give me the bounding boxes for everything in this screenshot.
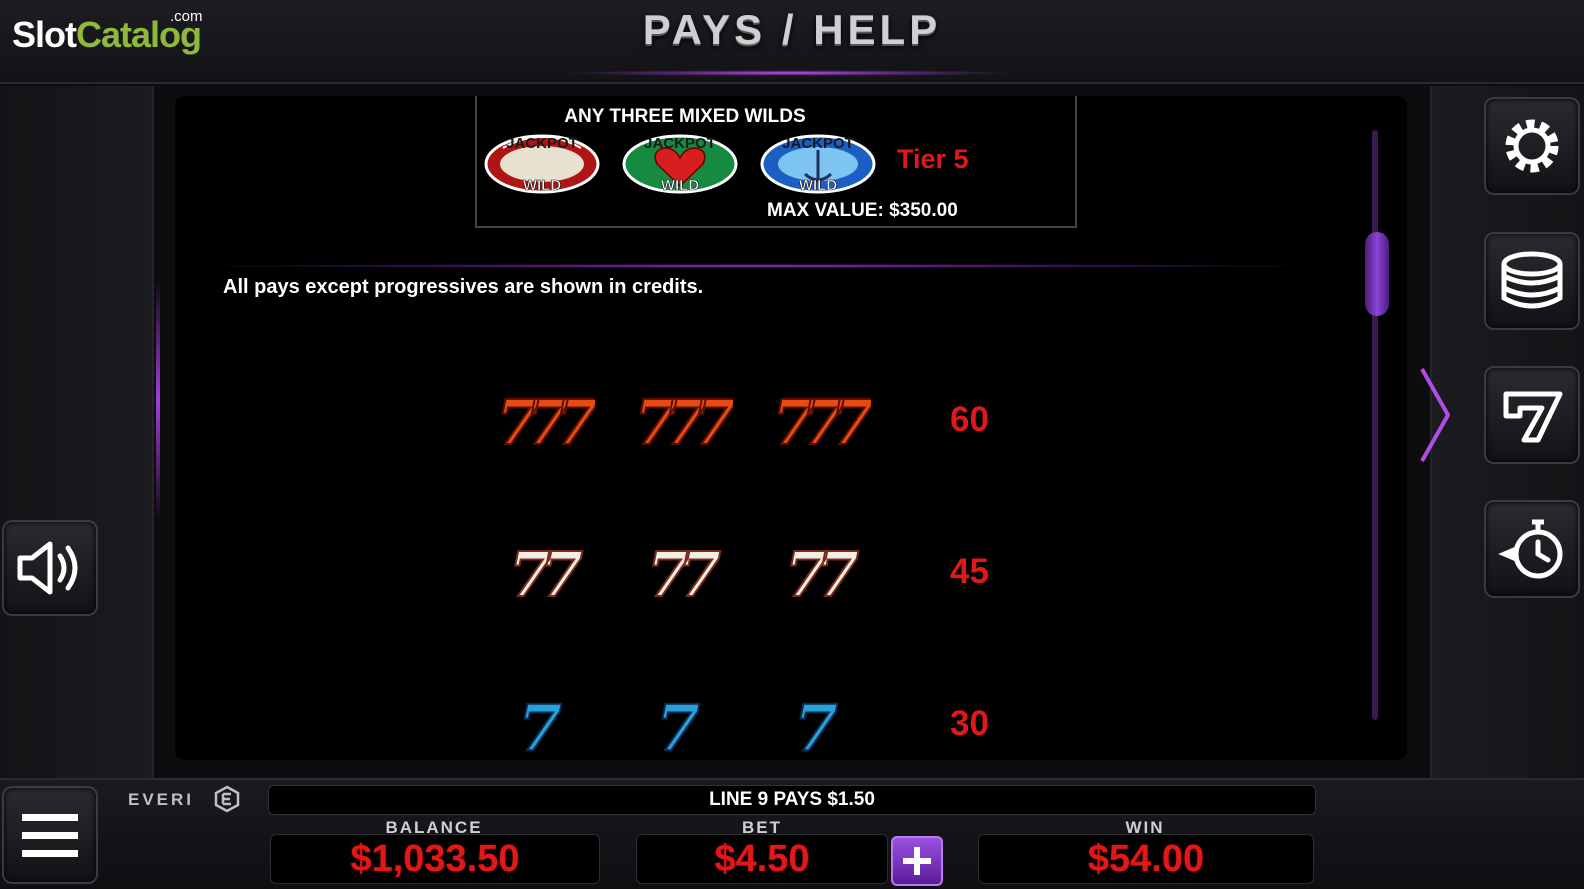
section-divider — [215, 264, 1297, 268]
everi-logo-icon — [214, 785, 240, 813]
bet-meter: $4.50 — [636, 834, 888, 884]
wild1-top-text: JACKPOT — [506, 135, 578, 152]
seven-icon — [1503, 391, 1563, 443]
credits-note: All pays except progressives are shown i… — [223, 276, 704, 298]
wild2-top-text: JACKPOT — [644, 135, 716, 152]
svg-text:777: 777 — [496, 386, 595, 452]
title-glow-divider — [560, 70, 1020, 76]
mixed-wilds-title: ANY THREE MIXED WILDS — [564, 106, 806, 127]
blue-seven-icon: 7 — [793, 690, 840, 756]
svg-text:7: 7 — [656, 691, 701, 756]
win-line-message: LINE 9 PAYS $1.50 — [268, 785, 1316, 815]
bet-coins-button[interactable] — [1484, 232, 1580, 330]
wild2-bottom-text: WILD — [661, 177, 699, 194]
settings-button[interactable] — [1484, 97, 1580, 195]
speaker-icon — [17, 541, 78, 595]
jackpot-wild-green-icon: JACKPOT WILD — [622, 134, 738, 194]
svg-text:7: 7 — [794, 691, 839, 756]
jackpot-wild-red-icon: JACKPOT WILD — [484, 134, 600, 194]
hamburger-menu-icon — [22, 814, 78, 857]
pay-value: 60 — [950, 400, 989, 439]
wild3-bottom-text: WILD — [799, 177, 837, 194]
white-double-seven-icon: 77 — [508, 538, 595, 604]
white-double-seven-icon: 77 — [784, 538, 871, 604]
blue-seven-icon: 7 — [517, 690, 564, 756]
red-triple-seven-icon: 777 — [771, 386, 871, 452]
svg-text:7: 7 — [518, 691, 563, 756]
win-meter: $54.00 — [978, 834, 1314, 884]
svg-text:777: 777 — [634, 386, 733, 452]
svg-text:77: 77 — [647, 538, 721, 604]
left-accent-line — [156, 280, 160, 520]
coin-stack-icon — [1501, 251, 1563, 309]
plus-icon — [903, 847, 931, 875]
paytable-row: 777 777 777 60 — [475, 386, 1035, 456]
red-triple-seven-icon: 777 — [495, 386, 595, 452]
top-bar: SlotCatalog .com PAYS / HELP — [0, 0, 1584, 84]
sound-button[interactable] — [2, 520, 98, 616]
brand-text: EVERI — [128, 790, 195, 809]
scrollbar-track[interactable] — [1372, 130, 1378, 720]
wild1-bottom-text: WILD — [523, 177, 561, 194]
paytable-button[interactable] — [1484, 366, 1580, 464]
history-button[interactable] — [1484, 500, 1580, 598]
pay-value: 30 — [950, 704, 989, 743]
wild3-top-text: JACKPOT — [782, 135, 854, 152]
paytable-row: 77 77 77 45 — [475, 538, 1035, 608]
paytable-row: 7 7 7 30 — [475, 690, 1035, 760]
white-double-seven-icon: 77 — [646, 538, 733, 604]
panel-arrow-icon — [1420, 368, 1450, 462]
pay-value: 45 — [950, 552, 989, 591]
page-title: PAYS / HELP — [642, 6, 942, 53]
scrollbar-thumb[interactable] — [1365, 232, 1389, 316]
red-triple-seven-icon: 777 — [633, 386, 733, 452]
max-value-label: MAX VALUE: $350.00 — [767, 200, 958, 221]
tier-label: Tier 5 — [897, 144, 969, 174]
svg-text:77: 77 — [785, 538, 859, 604]
jackpot-wild-blue-icon: JACKPOT WILD — [760, 134, 876, 194]
increase-bet-button[interactable] — [891, 836, 943, 886]
left-panel — [0, 86, 154, 778]
paytable-panel: ANY THREE MIXED WILDS JACKPOT WILD JACKP… — [175, 96, 1407, 760]
history-clock-icon — [1498, 519, 1563, 579]
gear-icon — [1505, 119, 1559, 173]
balance-meter: $1,033.50 — [270, 834, 600, 884]
mixed-wilds-box: ANY THREE MIXED WILDS JACKPOT WILD JACKP… — [475, 96, 1077, 228]
blue-seven-icon: 7 — [655, 690, 702, 756]
svg-text:777: 777 — [772, 386, 871, 452]
svg-text:77: 77 — [509, 538, 583, 604]
menu-button[interactable] — [2, 786, 98, 884]
